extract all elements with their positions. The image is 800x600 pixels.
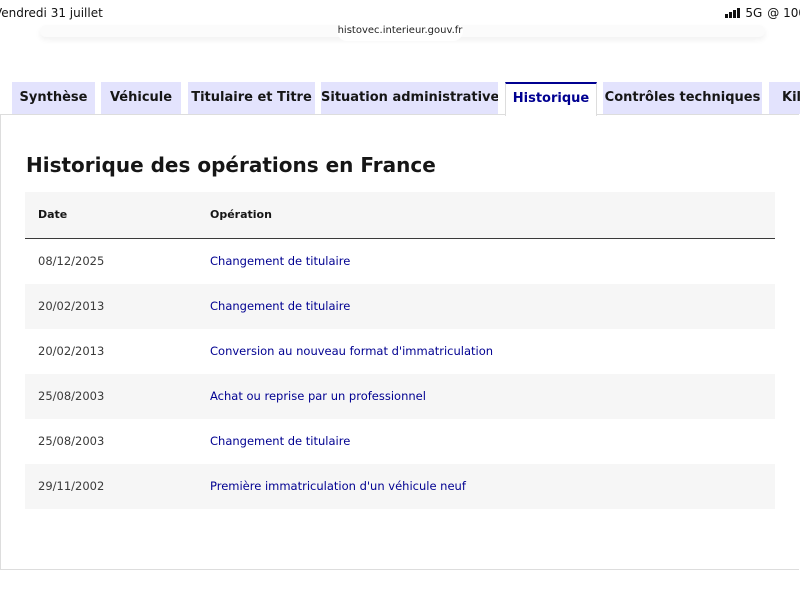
- tab-synthese[interactable]: Synthèse: [12, 82, 95, 114]
- tab-historique[interactable]: Historique: [505, 82, 597, 116]
- row-operation-link[interactable]: Première immatriculation d'un véhicule n…: [210, 464, 466, 509]
- tab-titulaire-et-titre[interactable]: Titulaire et Titre: [188, 82, 315, 114]
- tab-kilometrage[interactable]: Kilo: [769, 82, 800, 114]
- signal-icon: [725, 8, 741, 18]
- row-date: 25/08/2003: [38, 389, 105, 403]
- battery-label: @ 100: [767, 6, 800, 20]
- row-date: 29/11/2002: [38, 479, 105, 493]
- address-bar[interactable]: histovec.interieur.gouv.fr: [337, 21, 463, 41]
- network-label: 5G: [745, 6, 763, 20]
- row-operation-link[interactable]: Changement de titulaire: [210, 419, 350, 464]
- row-date: 20/02/2013: [38, 344, 105, 358]
- row-date: 20/02/2013: [38, 299, 105, 313]
- operations-table: Date Opération 08/12/2025 Changement de …: [25, 192, 775, 509]
- row-operation-link[interactable]: Changement de titulaire: [210, 284, 350, 329]
- row-operation-link[interactable]: Achat ou reprise par un professionnel: [210, 374, 426, 419]
- row-operation-link[interactable]: Changement de titulaire: [210, 239, 350, 284]
- column-header-operation: Opération: [210, 208, 272, 221]
- row-date: 08/12/2025: [38, 254, 105, 268]
- table-row: 20/02/2013 Changement de titulaire: [25, 284, 775, 329]
- status-indicators: 5G @ 100: [725, 6, 800, 20]
- tab-bar: Synthèse Véhicule Titulaire et Titre Sit…: [0, 82, 800, 116]
- table-row: 25/08/2003 Changement de titulaire: [25, 419, 775, 464]
- table-row: 29/11/2002 Première immatriculation d'un…: [25, 464, 775, 509]
- tab-controles-techniques[interactable]: Contrôles techniques: [603, 82, 762, 114]
- page-title: Historique des opérations en France: [26, 153, 436, 177]
- tab-situation-administrative[interactable]: Situation administrative: [321, 82, 498, 114]
- row-date: 25/08/2003: [38, 434, 105, 448]
- table-row: 25/08/2003 Achat ou reprise par un profe…: [25, 374, 775, 419]
- table-row: 08/12/2025 Changement de titulaire: [25, 239, 775, 284]
- row-operation-link[interactable]: Conversion au nouveau format d'immatricu…: [210, 329, 493, 374]
- table-row: 20/02/2013 Conversion au nouveau format …: [25, 329, 775, 374]
- tab-vehicule[interactable]: Véhicule: [101, 82, 181, 114]
- table-header: Date Opération: [25, 192, 775, 239]
- column-header-date: Date: [38, 208, 68, 221]
- status-time: Vendredi 31 juillet: [0, 6, 103, 20]
